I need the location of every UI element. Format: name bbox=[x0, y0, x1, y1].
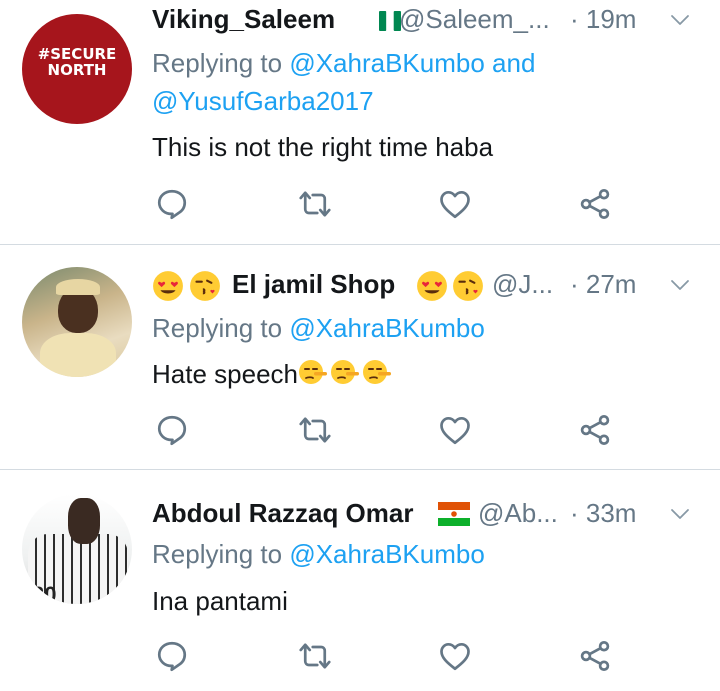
mention-link[interactable]: @YusufGarba2017 bbox=[152, 86, 374, 116]
niger-flag-icon bbox=[438, 502, 470, 526]
action-bar bbox=[152, 638, 692, 678]
share-icon[interactable] bbox=[577, 186, 613, 222]
emoji-lying-face-icon bbox=[330, 357, 360, 387]
handle[interactable]: @Ab... bbox=[478, 498, 558, 529]
mention-link[interactable]: @XahraBKumbo bbox=[289, 539, 485, 569]
reply-icon[interactable] bbox=[154, 412, 190, 448]
share-icon[interactable] bbox=[577, 638, 613, 674]
tweet-text: Hate speech bbox=[152, 355, 394, 393]
tweet[interactable]: 30 Abdoul Razzaq Omar @Ab... · 33m Reply… bbox=[0, 470, 720, 691]
reply-icon[interactable] bbox=[154, 638, 190, 674]
replying-to: Replying to @XahraBKumbo bbox=[152, 313, 485, 343]
chevron-down-icon[interactable] bbox=[668, 502, 692, 526]
tweet[interactable]: #SECURE NORTH Viking_Saleem @Saleem_... … bbox=[0, 0, 720, 244]
tweet-header: Viking_Saleem @Saleem_... · 19m bbox=[152, 4, 720, 44]
retweet-icon[interactable] bbox=[297, 638, 333, 674]
action-bar bbox=[152, 412, 692, 452]
like-icon[interactable] bbox=[437, 638, 473, 674]
tweet-text: Ina pantami bbox=[152, 586, 288, 616]
emoji-heart-eyes-icon bbox=[152, 270, 186, 303]
emoji-heart-eyes-icon bbox=[416, 270, 450, 303]
timestamp[interactable]: · 19m bbox=[570, 4, 636, 35]
tweet-header: El jamil Shop @J... · 27m bbox=[152, 269, 720, 309]
emoji-kiss-icon bbox=[452, 270, 486, 303]
display-name[interactable]: Abdoul Razzaq Omar bbox=[152, 498, 413, 529]
display-name[interactable]: El jamil Shop bbox=[232, 269, 395, 300]
mention-link[interactable]: @XahraBKumbo bbox=[289, 313, 485, 343]
avatar[interactable]: #SECURE NORTH bbox=[22, 14, 132, 124]
nigeria-flag-icon bbox=[379, 11, 401, 31]
like-icon[interactable] bbox=[437, 186, 473, 222]
replying-to: Replying to @XahraBKumbo and @YusufGarba… bbox=[152, 48, 536, 116]
tweet-text: This is not the right time haba bbox=[152, 132, 494, 162]
emoji-lying-face-icon bbox=[362, 357, 392, 387]
reply-icon[interactable] bbox=[154, 186, 190, 222]
chevron-down-icon[interactable] bbox=[668, 273, 692, 297]
timestamp[interactable]: · 33m bbox=[570, 498, 636, 529]
avatar[interactable] bbox=[22, 267, 132, 377]
replying-to: Replying to @XahraBKumbo bbox=[152, 539, 485, 569]
handle[interactable]: @Saleem_... bbox=[399, 4, 550, 35]
avatar-logo-text: #SECURE NORTH bbox=[37, 45, 117, 79]
tweet-header: Abdoul Razzaq Omar @Ab... · 33m bbox=[152, 498, 720, 538]
tweet[interactable]: El jamil Shop @J... · 27m Replying to @X… bbox=[0, 245, 720, 469]
retweet-icon[interactable] bbox=[297, 412, 333, 448]
retweet-icon[interactable] bbox=[297, 186, 333, 222]
timestamp[interactable]: · 27m bbox=[570, 269, 636, 300]
emoji-lying-face-icon bbox=[298, 357, 328, 387]
emoji-kiss-icon bbox=[189, 270, 223, 303]
action-bar bbox=[152, 186, 692, 226]
handle[interactable]: @J... bbox=[492, 269, 553, 300]
chevron-down-icon[interactable] bbox=[668, 8, 692, 32]
avatar[interactable]: 30 bbox=[22, 494, 132, 604]
share-icon[interactable] bbox=[577, 412, 613, 448]
like-icon[interactable] bbox=[437, 412, 473, 448]
display-name[interactable]: Viking_Saleem bbox=[152, 4, 335, 35]
mention-link[interactable]: @XahraBKumbo bbox=[289, 48, 485, 78]
